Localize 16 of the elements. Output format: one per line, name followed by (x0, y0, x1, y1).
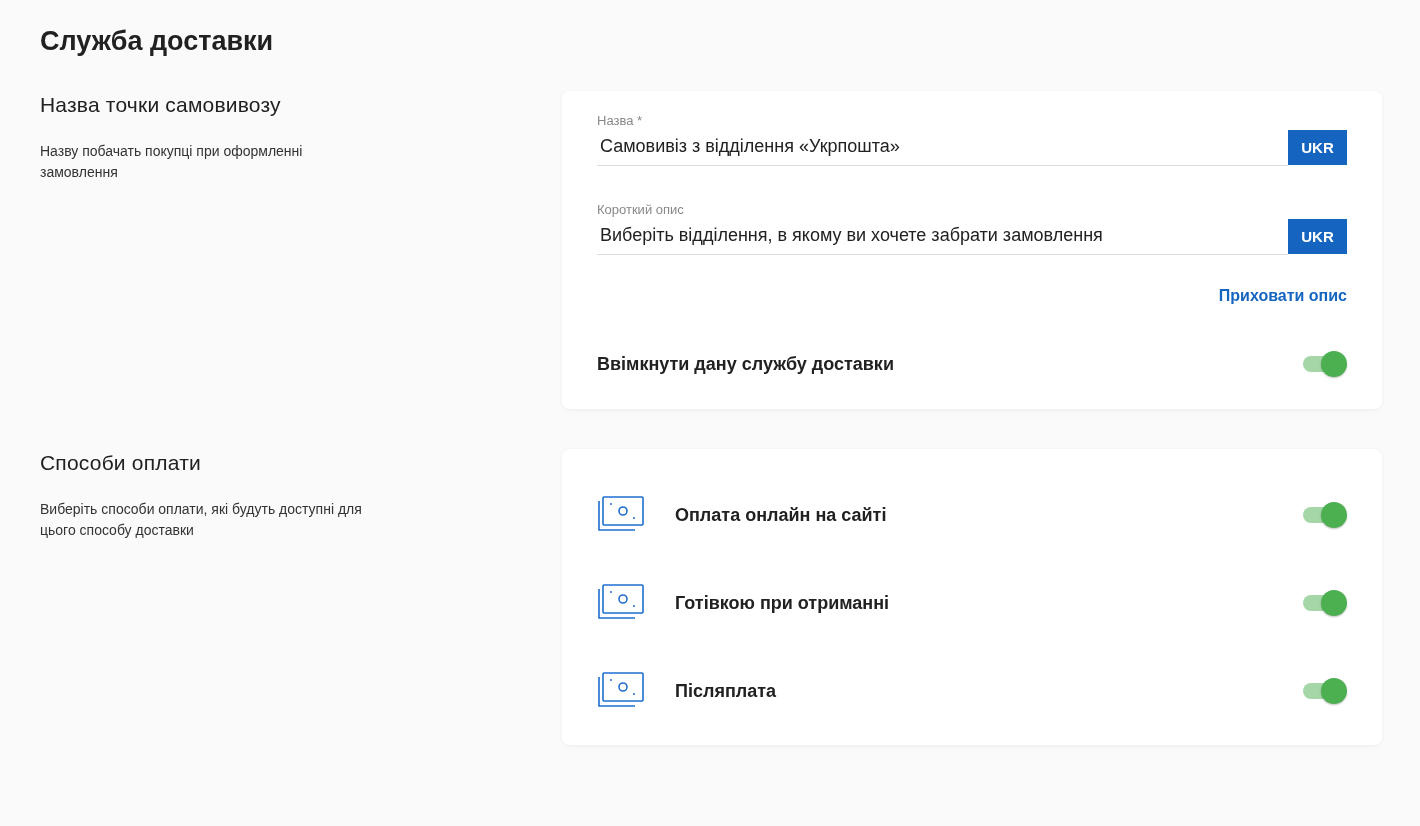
input-field[interactable]: Самовивіз з відділення «Укрпошта» (597, 132, 1288, 165)
input-field[interactable]: Виберіть відділення, в якому ви хочете забрати замовлення (597, 221, 1288, 254)
field-label: Короткий опис (597, 202, 685, 217)
section-description: Виберіть способи оплати, які будуть доступні для цього способу доставки (40, 500, 363, 540)
section-description: Назву побачать покупці при оформленні замовлення (40, 142, 304, 182)
page-title: Служба доставки (40, 26, 275, 57)
section-title: Способи оплати (40, 451, 202, 475)
toggle-label: Готівкою при отриманні (675, 592, 891, 614)
toggle-label: Післяплата (675, 680, 778, 702)
toggle-label: Ввімкнути дану службу доставки (597, 353, 895, 375)
section-title: Назва точки самовивозу (40, 93, 282, 117)
toggle-label: Оплата онлайн на сайті (675, 504, 888, 526)
hide-description-link[interactable]: Приховати опис (1218, 287, 1347, 305)
field-label: Назва * (597, 113, 644, 128)
language-button[interactable]: UKR (1288, 219, 1347, 254)
language-button[interactable]: UKR (1288, 130, 1347, 165)
